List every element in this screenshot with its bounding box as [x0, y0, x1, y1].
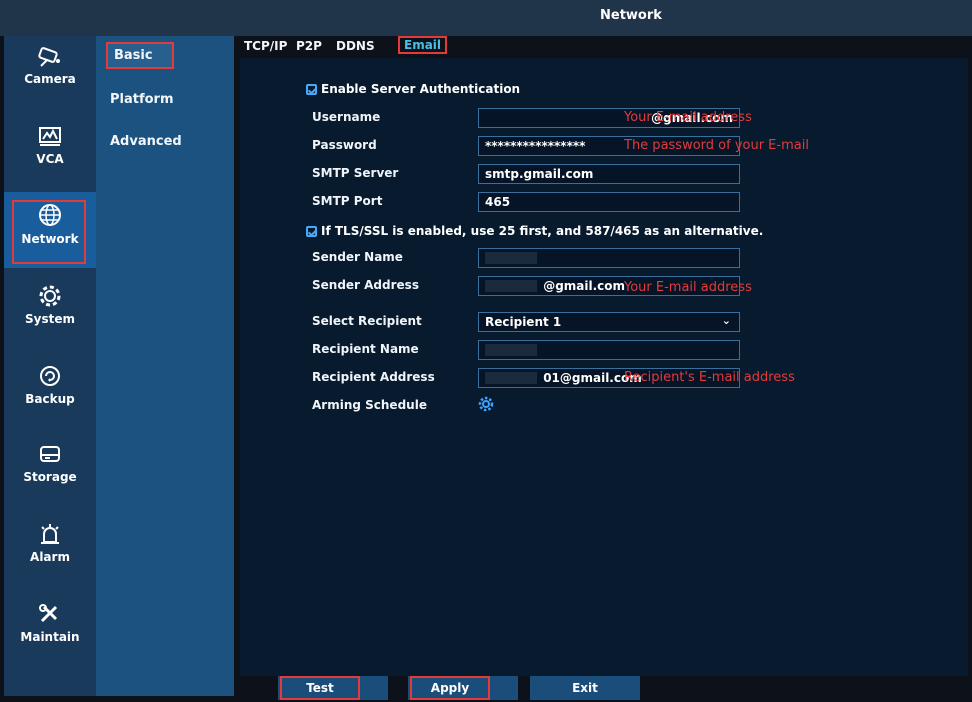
- checkbox-checked-icon: [306, 84, 317, 95]
- nav-item-camera[interactable]: Camera: [4, 44, 96, 120]
- select-recipient-value: Recipient 1: [485, 315, 562, 329]
- smtp-port-label: SMTP Port: [312, 194, 383, 208]
- sender-address-value: @gmail.com: [543, 279, 626, 293]
- chevron-down-icon: ⌄: [721, 314, 731, 327]
- nav-label-alarm: Alarm: [30, 550, 70, 564]
- settings-gear-icon[interactable]: [478, 396, 494, 412]
- recipient-name-field[interactable]: [478, 340, 740, 360]
- nav-item-storage[interactable]: Storage: [4, 442, 96, 518]
- nav-item-alarm[interactable]: Alarm: [4, 522, 96, 598]
- tls-checkbox[interactable]: If TLS/SSL is enabled, use 25 first, and…: [306, 224, 763, 238]
- left-nav: Camera VCA Network System Backup Storage…: [4, 36, 96, 696]
- recipient-address-label: Recipient Address: [312, 370, 435, 384]
- smtp-port-field[interactable]: 465: [478, 192, 740, 212]
- nav-item-system[interactable]: System: [4, 284, 96, 360]
- smtp-server-value: smtp.gmail.com: [485, 167, 594, 181]
- select-recipient-dropdown[interactable]: Recipient 1 ⌄: [478, 312, 740, 332]
- nav-label-maintain: Maintain: [20, 630, 80, 644]
- redacted-block: [485, 280, 537, 292]
- password-value: ****************: [485, 139, 586, 153]
- screen: Network Camera VCA Network System Backup…: [0, 0, 972, 702]
- apply-button[interactable]: Apply: [410, 676, 490, 700]
- tab-p2p[interactable]: P2P: [296, 39, 322, 53]
- button-bar: Test Apply Exit: [240, 676, 968, 702]
- redacted-block: [485, 344, 537, 356]
- redacted-block: [485, 372, 537, 384]
- exit-button[interactable]: Exit: [530, 676, 640, 700]
- tab-email[interactable]: Email: [398, 36, 448, 54]
- sender-name-field[interactable]: [478, 248, 740, 268]
- password-label: Password: [312, 138, 377, 152]
- nav-label-vca: VCA: [36, 152, 64, 166]
- network-globe-icon: [39, 204, 61, 226]
- enable-auth-checkbox[interactable]: Enable Server Authentication: [306, 82, 520, 96]
- test-button[interactable]: Test: [280, 676, 360, 700]
- subnav-item-advanced[interactable]: Advanced: [110, 134, 182, 149]
- nav-item-maintain[interactable]: Maintain: [4, 602, 96, 678]
- tab-tcpip[interactable]: TCP/IP: [244, 39, 287, 53]
- smtp-server-label: SMTP Server: [312, 166, 399, 180]
- sender-address-label: Sender Address: [312, 278, 419, 292]
- username-label: Username: [312, 110, 381, 124]
- title-bar: Network: [0, 0, 972, 36]
- window-title: Network: [600, 8, 662, 23]
- subnav-item-basic[interactable]: Basic: [106, 42, 174, 69]
- smtp-port-value: 465: [485, 195, 511, 209]
- smtp-server-field[interactable]: smtp.gmail.com: [478, 164, 740, 184]
- select-recipient-label: Select Recipient: [312, 314, 422, 328]
- nav-item-backup[interactable]: Backup: [4, 364, 96, 440]
- checkbox-checked-icon: [306, 226, 317, 237]
- enable-auth-label: Enable Server Authentication: [321, 82, 521, 96]
- nav-item-network[interactable]: Network: [4, 192, 96, 268]
- username-note: Your E-mail address: [624, 110, 752, 125]
- sender-name-label: Sender Name: [312, 250, 403, 264]
- nav-label-system: System: [25, 312, 75, 326]
- nav-item-vca[interactable]: VCA: [4, 124, 96, 200]
- wrench-icon: [39, 604, 58, 623]
- tls-label: If TLS/SSL is enabled, use 25 first, and…: [321, 224, 764, 238]
- storage-icon: [40, 446, 60, 462]
- nav-label-camera: Camera: [24, 72, 76, 86]
- recipient-address-note: Recipient's E-mail address: [624, 370, 795, 385]
- backup-icon: [40, 366, 60, 386]
- email-settings-panel: Enable Server Authentication Username @g…: [240, 58, 968, 678]
- tab-ddns[interactable]: DDNS: [336, 39, 375, 53]
- arming-schedule-label: Arming Schedule: [312, 398, 427, 412]
- nav-label-network: Network: [21, 232, 79, 246]
- password-note: The password of your E-mail: [624, 138, 809, 153]
- recipient-name-label: Recipient Name: [312, 342, 419, 356]
- redacted-block: [485, 252, 537, 264]
- nav-label-backup: Backup: [25, 392, 75, 406]
- gear-icon: [39, 285, 61, 307]
- tab-bar: TCP/IP P2P DDNS Email: [240, 36, 972, 58]
- nav-label-storage: Storage: [23, 470, 77, 484]
- sender-address-note: Your E-mail address: [624, 280, 752, 295]
- sub-nav: Basic Platform Advanced: [96, 36, 234, 696]
- camera-icon: [38, 47, 60, 67]
- vca-icon: [39, 127, 61, 146]
- subnav-item-platform[interactable]: Platform: [110, 92, 174, 107]
- alarm-icon: [41, 524, 59, 544]
